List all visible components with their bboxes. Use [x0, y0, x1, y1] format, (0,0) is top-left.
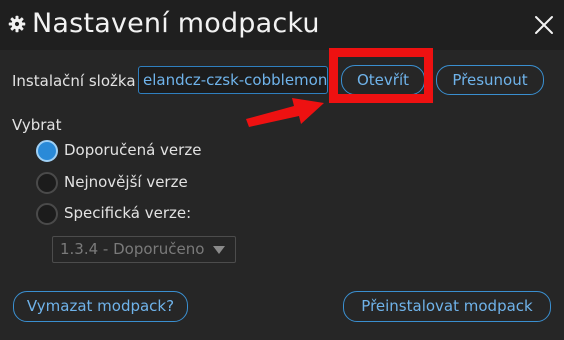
- radio-button[interactable]: [36, 172, 58, 194]
- radio-label: Specifická verze:: [64, 204, 192, 222]
- reinstall-modpack-button[interactable]: Přeinstalovat modpack: [343, 291, 551, 322]
- move-folder-button[interactable]: Přesunout: [436, 65, 544, 95]
- install-folder-field[interactable]: elandcz-czsk-cobblemon: [138, 66, 328, 94]
- chevron-down-icon: [213, 246, 225, 254]
- select-section-label: Vybrat: [12, 116, 62, 134]
- delete-modpack-button[interactable]: Vymazat modpack?: [13, 291, 188, 322]
- radio-button[interactable]: [36, 203, 58, 225]
- annotation-highlight-box: [329, 48, 433, 103]
- radio-button-checked[interactable]: [36, 140, 58, 162]
- version-dropdown: 1.3.4 - Doporučeno: [52, 236, 236, 263]
- title-bar: Nastavení modpacku: [0, 0, 564, 50]
- gear-icon: [8, 15, 26, 33]
- close-icon[interactable]: [533, 14, 555, 36]
- install-folder-label: Instalační složka: [12, 72, 136, 90]
- window-title: Nastavení modpacku: [32, 8, 320, 39]
- annotation-arrow-icon: [246, 98, 324, 127]
- radio-label: Nejnovější verze: [64, 173, 188, 191]
- version-dropdown-value: 1.3.4 - Doporučeno: [60, 240, 205, 258]
- radio-label: Doporučená verze: [64, 141, 202, 159]
